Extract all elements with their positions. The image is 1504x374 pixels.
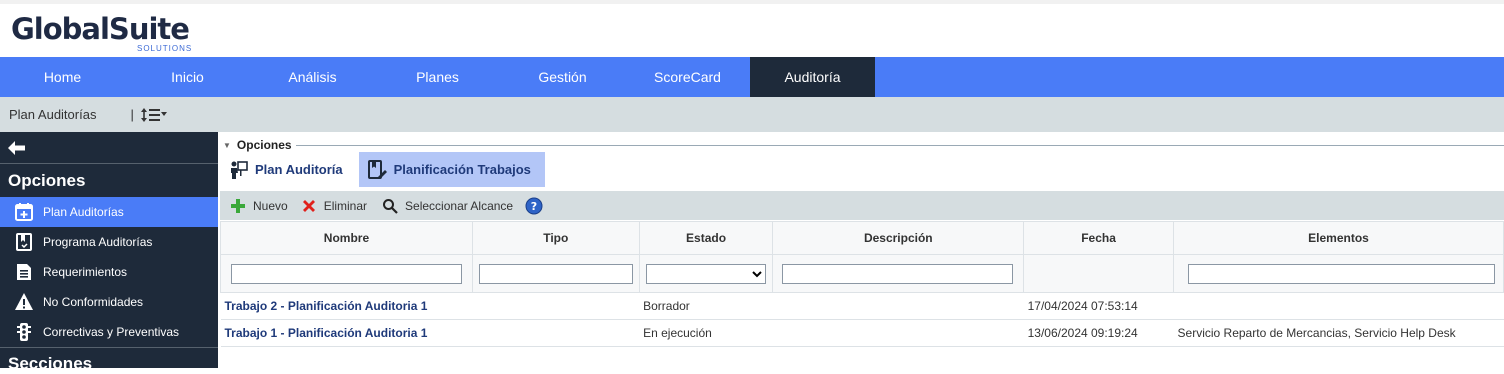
presenter-icon — [228, 160, 248, 180]
breadcrumb: Plan Auditorías — [9, 107, 97, 122]
nav-analisis[interactable]: Análisis — [250, 57, 375, 97]
delete-button[interactable]: Eliminar — [300, 197, 367, 215]
warning-icon — [14, 292, 34, 312]
logo-text: GlobalSuite — [11, 12, 190, 46]
options-fieldset-legend[interactable]: ▼ Opciones — [220, 138, 1504, 152]
nav-planes[interactable]: Planes — [375, 57, 500, 97]
sidebar-item-label: Requerimientos — [43, 265, 128, 279]
filter-nombre-input[interactable] — [231, 263, 462, 284]
book-edit-icon — [367, 159, 387, 180]
row-fecha: 13/06/2024 09:19:24 — [1023, 319, 1174, 347]
sidebar-item-correctivas-preventivas[interactable]: Correctivas y Preventivas — [0, 317, 218, 347]
filter-tipo-input[interactable] — [478, 263, 633, 284]
column-header-estado[interactable]: Estado — [638, 221, 774, 255]
row-estado: Borrador — [639, 292, 773, 320]
traffic-light-icon — [14, 322, 34, 342]
nav-home[interactable]: Home — [0, 57, 125, 97]
tabs: Plan Auditoría Planificación Trabajos — [220, 152, 545, 187]
filter-elementos-input[interactable] — [1188, 263, 1495, 284]
row-estado: En ejecución — [639, 319, 773, 347]
toolbar: Nuevo Eliminar Seleccionar Alcance ? — [220, 191, 1504, 220]
tab-planificacion-trabajos[interactable]: Planificación Trabajos — [358, 152, 545, 187]
row-descripcion — [772, 292, 1024, 320]
svg-text:?: ? — [531, 200, 537, 213]
nav-scorecard[interactable]: ScoreCard — [625, 57, 750, 97]
search-icon — [381, 197, 399, 215]
nav-gestion[interactable]: Gestión — [500, 57, 625, 97]
arrow-left-icon — [8, 140, 25, 155]
bookmark-book-icon — [14, 232, 34, 252]
column-header-nombre[interactable]: Nombre — [220, 221, 473, 255]
row-nombre-link[interactable]: Trabajo 2 - Planificación Auditoria 1 — [220, 292, 473, 320]
sidebar-item-label: No Conformidades — [43, 295, 144, 309]
sidebar-item-label: Correctivas y Preventivas — [43, 325, 180, 339]
filter-fecha-cell — [1023, 254, 1175, 293]
sidebar-section-heading: Secciones — [0, 347, 218, 373]
sidebar-item-programa-auditorias[interactable]: Programa Auditorías — [0, 227, 218, 257]
table-header-row: Nombre Tipo Estado Descripción Fecha Ele… — [220, 221, 1504, 255]
new-label: Nuevo — [253, 198, 288, 213]
document-icon — [14, 262, 34, 282]
row-tipo — [472, 319, 640, 347]
legend-divider — [295, 144, 1504, 146]
work-plan-table: Nombre Tipo Estado Descripción Fecha Ele… — [220, 221, 1504, 347]
filter-row — [220, 254, 1504, 293]
nav-auditoria[interactable]: Auditoría — [750, 57, 875, 97]
table-row[interactable]: Trabajo 1 - Planificación Auditoria 1 En… — [220, 319, 1504, 347]
sidebar-heading: Opciones — [8, 170, 86, 190]
column-header-tipo[interactable]: Tipo — [471, 221, 640, 255]
main-content: ▼ Opciones Plan Auditoría Planificación … — [220, 132, 1504, 368]
column-header-elementos[interactable]: Elementos — [1173, 221, 1504, 255]
select-scope-button[interactable]: Seleccionar Alcance — [381, 197, 513, 215]
list-sort-icon[interactable] — [140, 106, 168, 124]
row-elementos — [1173, 292, 1504, 320]
delete-x-icon — [300, 197, 318, 215]
collapse-triangle-icon[interactable]: ▼ — [223, 141, 231, 150]
top-strip — [0, 0, 1504, 4]
tab-plan-auditoria[interactable]: Plan Auditoría — [220, 152, 357, 187]
sidebar-item-label: Programa Auditorías — [43, 235, 153, 249]
filter-descripcion-input[interactable] — [782, 263, 1014, 284]
sidebar-item-no-conformidades[interactable]: No Conformidades — [0, 287, 218, 317]
delete-label: Eliminar — [323, 198, 368, 213]
select-scope-label: Seleccionar Alcance — [405, 198, 514, 213]
sub-bar: Plan Auditorías | — [0, 97, 1504, 132]
column-header-fecha[interactable]: Fecha — [1023, 221, 1175, 255]
breadcrumb-separator: | — [130, 107, 134, 122]
nav-inicio[interactable]: Inicio — [125, 57, 250, 97]
sidebar-item-label: Plan Auditorías — [43, 205, 124, 219]
table-row[interactable]: Trabajo 2 - Planificación Auditoria 1 Bo… — [220, 292, 1504, 320]
column-header-descripcion[interactable]: Descripción — [772, 221, 1025, 255]
calendar-plus-icon — [14, 202, 34, 222]
tab-label: Planificación Trabajos — [393, 162, 531, 177]
back-button[interactable] — [0, 132, 218, 164]
row-elementos: Servicio Reparto de Mercancias, Servicio… — [1173, 319, 1504, 347]
row-descripcion — [772, 319, 1024, 347]
row-fecha: 17/04/2024 07:53:14 — [1023, 292, 1174, 320]
plus-icon — [229, 197, 247, 215]
new-button[interactable]: Nuevo — [229, 197, 288, 215]
tab-label: Plan Auditoría — [255, 162, 343, 177]
help-icon[interactable]: ? — [525, 197, 543, 215]
sidebar-item-plan-auditorias[interactable]: Plan Auditorías — [0, 197, 218, 227]
options-legend-label: Opciones — [236, 138, 292, 152]
main-nav: Home Inicio Análisis Planes Gestión Scor… — [0, 57, 1504, 97]
sidebar: Opciones Plan Auditorías Programa Audito… — [0, 132, 218, 373]
filter-estado-select[interactable] — [645, 263, 767, 284]
sidebar-item-requerimientos[interactable]: Requerimientos — [0, 257, 218, 287]
logo-subtext: SOLUTIONS — [137, 44, 193, 53]
row-nombre-link[interactable]: Trabajo 1 - Planificación Auditoria 1 — [220, 319, 473, 347]
globalsuite-logo[interactable]: GlobalSuite SOLUTIONS — [11, 12, 193, 55]
row-tipo — [472, 292, 640, 320]
